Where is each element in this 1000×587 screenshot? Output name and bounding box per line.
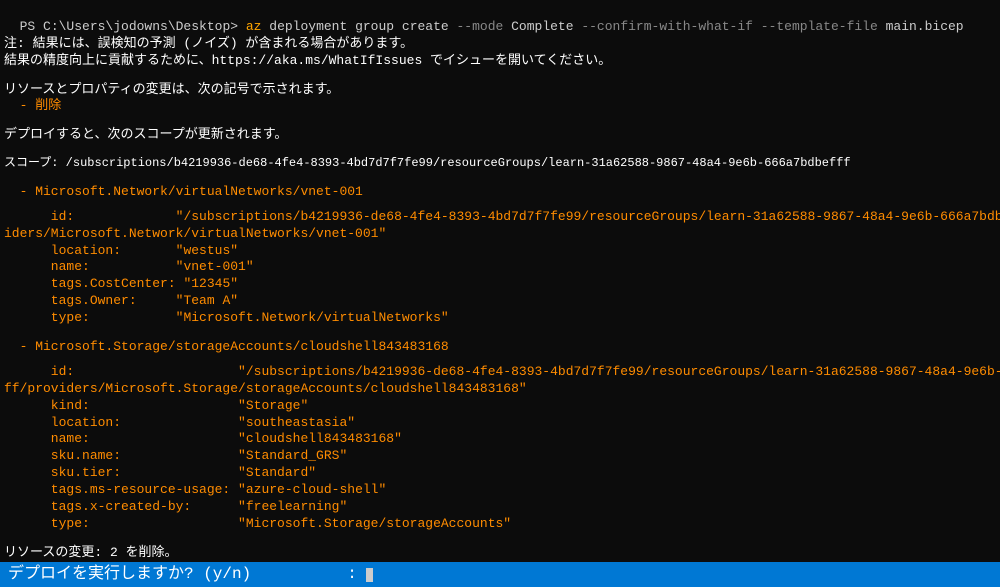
prop-line: tags.x-created-by: "freelearning" xyxy=(4,499,996,516)
resource-header-0: - Microsoft.Network/virtualNetworks/vnet… xyxy=(4,184,996,201)
prop-line: tags.ms-resource-usage: "azure-cloud-she… xyxy=(4,482,996,499)
resource-block-0: id: "/subscriptions/b4219936-de68-4fe4-8… xyxy=(4,209,996,327)
val-file: main.bicep xyxy=(886,19,964,34)
notice-line-2: 結果の精度向上に貢献するために、https://aka.ms/WhatIfIss… xyxy=(4,53,996,70)
scope-path: スコープ: /subscriptions/b4219936-de68-4fe4-… xyxy=(4,156,996,172)
legend-heading: リソースとプロパティの変更は、次の記号で示されます。 xyxy=(4,82,996,99)
prop-line: id: "/subscriptions/b4219936-de68-4fe4-8… xyxy=(4,364,996,381)
command-prompt: PS C:\Users\jodowns\Desktop> az deployme… xyxy=(4,2,996,36)
ps-path: PS C:\Users\jodowns\Desktop> xyxy=(20,19,246,34)
flag-template: --template-file xyxy=(761,19,886,34)
confirm-bar[interactable]: デプロイを実行しますか? (y/n) : xyxy=(0,560,1000,587)
resource-block-1: id: "/subscriptions/b4219936-de68-4fe4-8… xyxy=(4,364,996,533)
confirm-question: デプロイを実行しますか? (y/n) xyxy=(8,564,251,585)
cmd-az: az xyxy=(246,19,269,34)
prop-line: name: "vnet-001" xyxy=(4,259,996,276)
prop-line: tags.CostCenter: "12345" xyxy=(4,276,996,293)
prop-line: location: "southeastasia" xyxy=(4,415,996,432)
prop-line: name: "cloudshell843483168" xyxy=(4,431,996,448)
prop-line: kind: "Storage" xyxy=(4,398,996,415)
prop-line: sku.tier: "Standard" xyxy=(4,465,996,482)
prop-line: sku.name: "Standard_GRS" xyxy=(4,448,996,465)
cmd-deploy: deployment group create xyxy=(269,19,456,34)
prop-line: tags.Owner: "Team A" xyxy=(4,293,996,310)
flag-mode: --mode xyxy=(457,19,512,34)
scope-heading: デプロイすると、次のスコープが更新されます。 xyxy=(4,127,996,144)
prop-line: location: "westus" xyxy=(4,243,996,260)
cursor-icon xyxy=(366,568,373,582)
summary-line: リソースの変更: 2 を削除。 xyxy=(4,545,996,562)
confirm-gap: : xyxy=(251,564,366,585)
prop-line: type: "Microsoft.Network/virtualNetworks… xyxy=(4,310,996,327)
prop-line: id: "/subscriptions/b4219936-de68-4fe4-8… xyxy=(4,209,996,226)
legend-delete: - 削除 xyxy=(4,98,996,115)
flag-confirm: --confirm-with-what-if xyxy=(581,19,760,34)
notice-line-1: 注: 結果には、誤検知の予測 (ノイズ) が含まれる場合があります。 xyxy=(4,36,996,53)
prop-line: type: "Microsoft.Storage/storageAccounts… xyxy=(4,516,996,533)
prop-line: ff/providers/Microsoft.Storage/storageAc… xyxy=(4,381,996,398)
prop-line: iders/Microsoft.Network/virtualNetworks/… xyxy=(4,226,996,243)
resource-header-1: - Microsoft.Storage/storageAccounts/clou… xyxy=(4,339,996,356)
val-complete: Complete xyxy=(511,19,581,34)
